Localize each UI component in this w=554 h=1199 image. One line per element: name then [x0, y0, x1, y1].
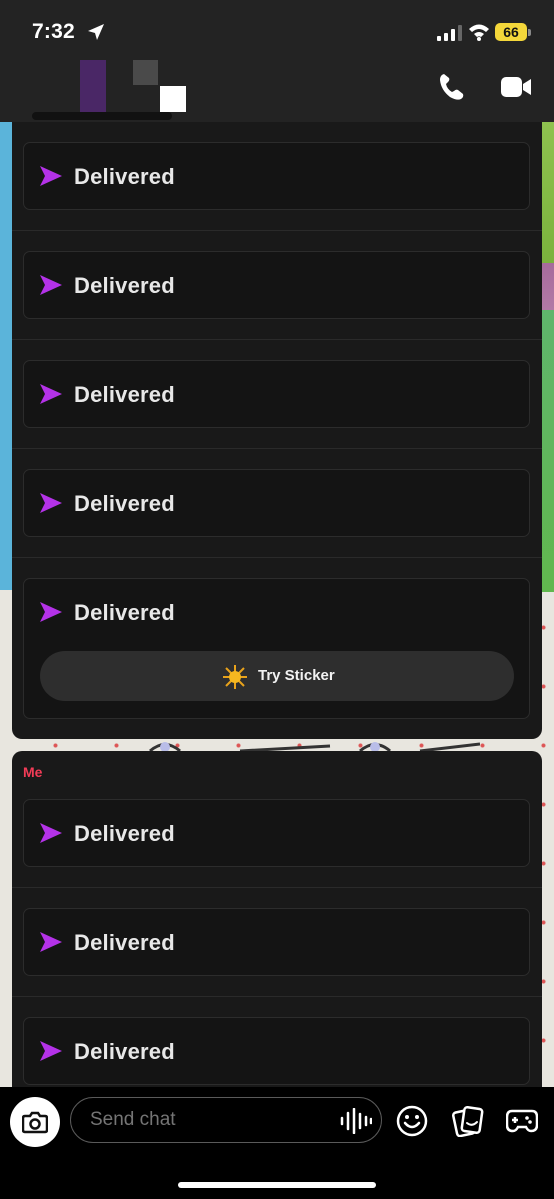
snap-message[interactable]: Delivered — [23, 142, 530, 210]
wifi-icon — [469, 24, 489, 41]
battery-level: 66 — [503, 24, 519, 40]
battery-icon: 66 — [495, 23, 527, 41]
delivered-arrow-icon — [40, 932, 62, 952]
snap-message[interactable]: Delivered Try Sticker — [23, 578, 530, 719]
cellular-signal-icon — [437, 25, 462, 41]
delivered-arrow-icon — [40, 1041, 62, 1061]
divider — [12, 887, 542, 888]
status-time: 7:32 — [32, 20, 75, 43]
delivered-arrow-icon — [40, 823, 62, 843]
chat-input[interactable] — [70, 1097, 382, 1143]
snap-message[interactable]: Delivered — [23, 908, 530, 976]
divider — [12, 557, 542, 558]
message-status: Delivered — [74, 382, 175, 407]
snap-message[interactable]: Delivered — [23, 799, 530, 867]
battery-tip — [528, 29, 531, 36]
message-status: Delivered — [74, 1039, 175, 1064]
video-call-icon[interactable] — [500, 76, 532, 98]
voice-note-icon[interactable] — [340, 1108, 372, 1134]
try-sticker-label: Try Sticker — [258, 667, 335, 684]
snap-message[interactable]: Delivered — [23, 251, 530, 319]
header-shadow — [32, 112, 172, 120]
message-status: Delivered — [74, 821, 175, 846]
location-arrow-icon — [88, 24, 104, 40]
message-status: Delivered — [74, 273, 175, 298]
try-sticker-button[interactable]: Try Sticker — [40, 651, 514, 701]
divider — [12, 230, 542, 231]
avatar[interactable] — [80, 60, 106, 112]
sun-sticker-icon — [223, 665, 247, 689]
phone-call-icon[interactable] — [437, 72, 467, 102]
delivered-arrow-icon — [40, 602, 62, 622]
sender-name: Me — [23, 764, 43, 780]
delivered-arrow-icon — [40, 493, 62, 513]
message-status: Delivered — [74, 164, 175, 189]
delivered-arrow-icon — [40, 166, 62, 186]
delivered-arrow-icon — [40, 275, 62, 295]
camera-icon — [22, 1111, 48, 1134]
divider — [12, 339, 542, 340]
wallpaper-doodle — [149, 742, 480, 752]
divider — [12, 448, 542, 449]
game-controller-icon[interactable] — [506, 1107, 538, 1135]
sticker-cards-icon[interactable] — [452, 1105, 484, 1137]
snap-message[interactable]: Delivered — [23, 1017, 530, 1085]
snap-message[interactable]: Delivered — [23, 360, 530, 428]
message-status: Delivered — [74, 930, 175, 955]
message-status: Delivered — [74, 600, 175, 625]
delivered-arrow-icon — [40, 384, 62, 404]
message-status: Delivered — [74, 491, 175, 516]
camera-button[interactable] — [10, 1097, 60, 1147]
divider — [12, 996, 542, 997]
avatar-redacted-block — [160, 86, 186, 112]
avatar-redacted — [133, 60, 158, 85]
home-indicator — [178, 1182, 376, 1188]
snap-message[interactable]: Delivered — [23, 469, 530, 537]
emoji-icon[interactable] — [396, 1105, 428, 1137]
